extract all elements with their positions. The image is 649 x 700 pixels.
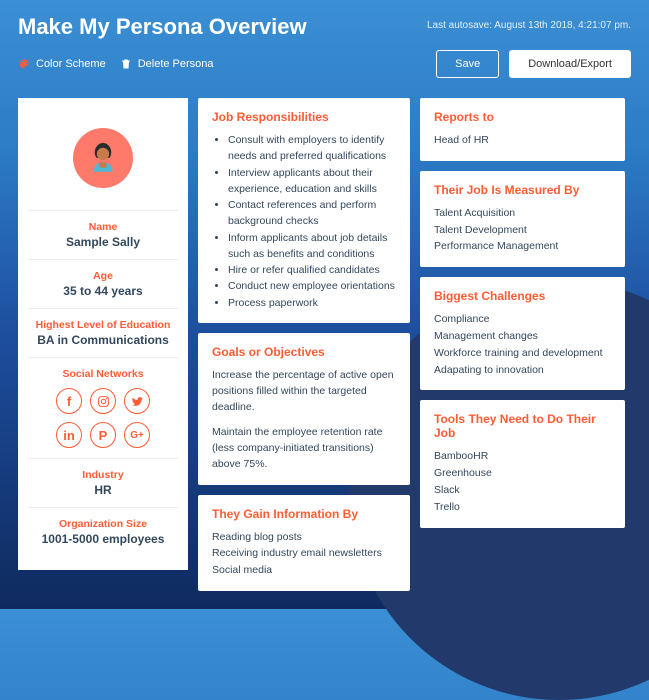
list-item: Workforce training and development xyxy=(434,345,611,362)
measured-card: Their Job Is Measured By Talent Acquisit… xyxy=(420,171,625,267)
facebook-icon[interactable]: f xyxy=(56,388,82,414)
list-item: Greenhouse xyxy=(434,465,611,482)
pinterest-icon[interactable]: P xyxy=(90,422,116,448)
list-item: Inform applicants about job details such… xyxy=(228,230,396,263)
list-item: Consult with employers to identify needs… xyxy=(228,132,396,165)
autosave-text: Last autosave: August 13th 2018, 4:21:07… xyxy=(427,20,631,31)
reports-card: Reports to Head of HR xyxy=(420,98,625,161)
job-responsibilities-card: Job Responsibilities Consult with employ… xyxy=(198,98,410,323)
info-card: They Gain Information By Reading blog po… xyxy=(198,495,410,591)
avatar xyxy=(73,128,133,188)
list-item: Hire or refer qualified candidates xyxy=(228,262,396,278)
tools-heading: Tools They Need to Do Their Job xyxy=(434,412,611,440)
save-button[interactable]: Save xyxy=(436,50,499,78)
avatar-illustration xyxy=(81,136,125,180)
education-value: BA in Communications xyxy=(28,333,178,347)
instagram-icon[interactable] xyxy=(90,388,116,414)
list-item: Talent Development xyxy=(434,222,611,239)
info-heading: They Gain Information By xyxy=(212,507,396,521)
list-item: Adapating to innovation xyxy=(434,362,611,379)
linkedin-icon[interactable]: in xyxy=(56,422,82,448)
goals-card: Goals or Objectives Increase the percent… xyxy=(198,333,410,485)
industry-value: HR xyxy=(28,483,178,497)
social-label: Social Networks xyxy=(28,368,178,380)
orgsize-value: 1001-5000 employees xyxy=(28,532,178,546)
list-item: Compliance xyxy=(434,311,611,328)
education-label: Highest Level of Education xyxy=(28,319,178,331)
color-scheme-button[interactable]: Color Scheme xyxy=(18,58,106,70)
trash-icon xyxy=(120,58,132,70)
info-list: Reading blog postsReceiving industry ema… xyxy=(212,529,396,579)
challenges-list: ComplianceManagement changesWorkforce tr… xyxy=(434,311,611,378)
list-item: BambooHR xyxy=(434,448,611,465)
list-item: Process paperwork xyxy=(228,295,396,311)
list-item: Slack xyxy=(434,482,611,499)
name-label: Name xyxy=(28,221,178,233)
responsibilities-heading: Job Responsibilities xyxy=(212,110,396,124)
tools-list: BambooHRGreenhouseSlackTrello xyxy=(434,448,611,515)
measured-list: Talent AcquisitionTalent DevelopmentPerf… xyxy=(434,205,611,255)
page-title: Make My Persona Overview xyxy=(18,14,307,40)
goals-heading: Goals or Objectives xyxy=(212,345,396,359)
challenges-card: Biggest Challenges ComplianceManagement … xyxy=(420,277,625,390)
twitter-icon[interactable] xyxy=(124,388,150,414)
list-item: Trello xyxy=(434,499,611,516)
age-value: 35 to 44 years xyxy=(28,284,178,298)
list-item: Reading blog posts xyxy=(212,529,396,546)
industry-label: Industry xyxy=(28,469,178,481)
goals-p1: Increase the percentage of active open p… xyxy=(212,367,396,416)
name-value: Sample Sally xyxy=(28,235,178,249)
goals-p2: Maintain the employee retention rate (le… xyxy=(212,424,396,473)
measured-heading: Their Job Is Measured By xyxy=(434,183,611,197)
orgsize-label: Organization Size xyxy=(28,518,178,530)
persona-card: Name Sample Sally Age 35 to 44 years Hig… xyxy=(18,98,188,570)
header: Make My Persona Overview Last autosave: … xyxy=(0,0,649,88)
age-label: Age xyxy=(28,270,178,282)
list-item: Performance Management xyxy=(434,238,611,255)
challenges-heading: Biggest Challenges xyxy=(434,289,611,303)
reports-value: Head of HR xyxy=(434,132,611,149)
delete-persona-label: Delete Persona xyxy=(138,58,214,70)
tools-card: Tools They Need to Do Their Job BambooHR… xyxy=(420,400,625,527)
list-item: Receiving industry email newsletters xyxy=(212,545,396,562)
color-scheme-label: Color Scheme xyxy=(36,58,106,70)
delete-persona-button[interactable]: Delete Persona xyxy=(120,58,214,70)
responsibilities-list: Consult with employers to identify needs… xyxy=(212,132,396,311)
reports-heading: Reports to xyxy=(434,110,611,124)
list-item: Management changes xyxy=(434,328,611,345)
list-item: Talent Acquisition xyxy=(434,205,611,222)
list-item: Conduct new employee orientations xyxy=(228,278,396,294)
list-item: Contact references and perform backgroun… xyxy=(228,197,396,230)
download-export-button[interactable]: Download/Export xyxy=(509,50,631,78)
googleplus-icon[interactable]: G+ xyxy=(124,422,150,448)
list-item: Interview applicants about their experie… xyxy=(228,165,396,198)
list-item: Social media xyxy=(212,562,396,579)
palette-icon xyxy=(18,58,30,70)
